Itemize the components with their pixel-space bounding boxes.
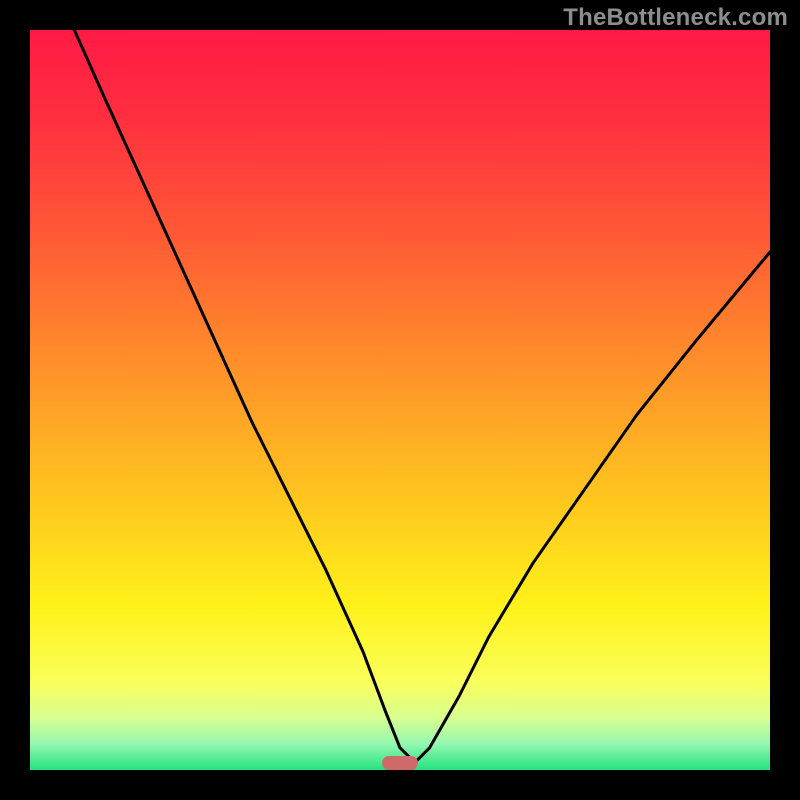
curve-path	[74, 30, 770, 763]
bottleneck-curve	[30, 30, 770, 770]
chart-frame: TheBottleneck.com	[0, 0, 800, 800]
plot-area	[30, 30, 770, 770]
watermark-text: TheBottleneck.com	[563, 4, 788, 32]
optimal-marker	[382, 756, 418, 770]
